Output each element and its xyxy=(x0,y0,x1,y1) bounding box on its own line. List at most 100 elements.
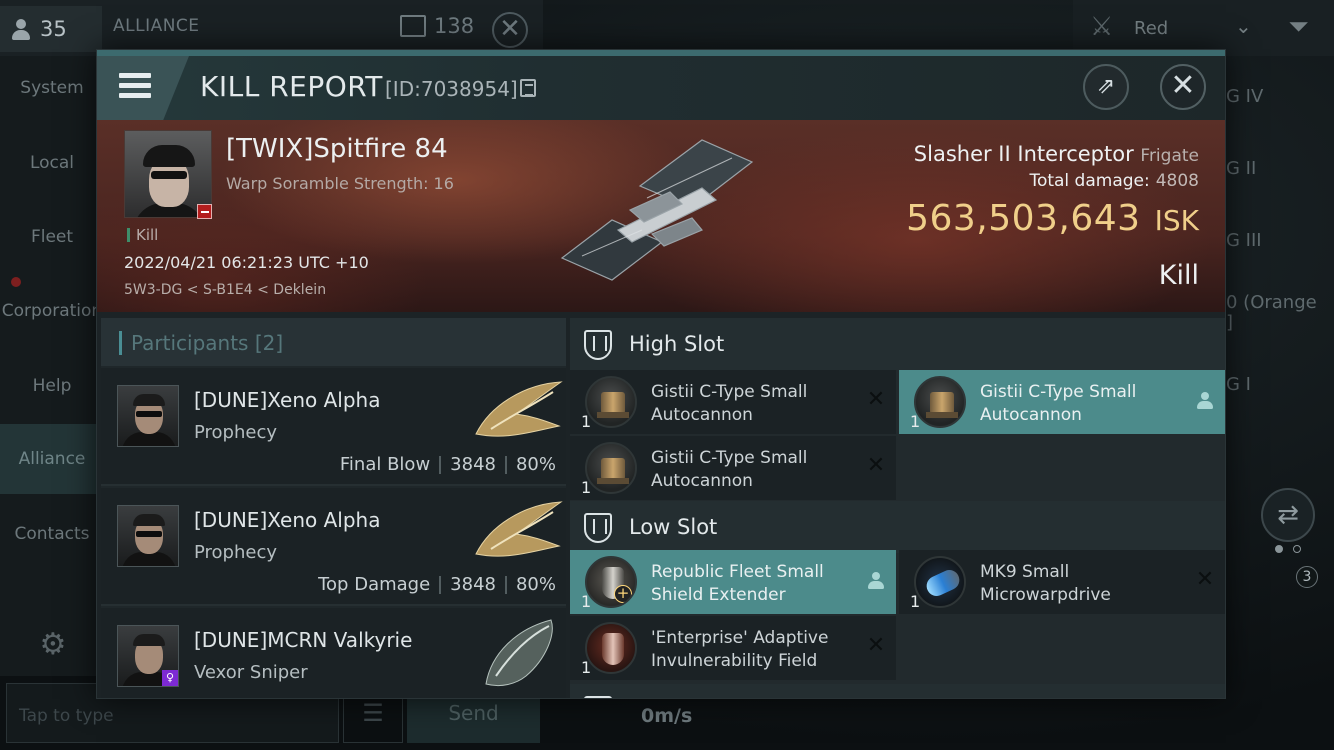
module-quantity: 1 xyxy=(581,478,592,497)
channel-member-count[interactable]: 138 xyxy=(400,14,474,38)
fitted-module[interactable]: 1 Gistii C-Type Small Autocannon xyxy=(899,370,1225,434)
participant-tag: Top Damage xyxy=(318,574,431,595)
isk-value: 563,503,643 ISK xyxy=(906,198,1199,239)
overview-item[interactable]: G II xyxy=(1226,158,1256,179)
kill-location[interactable]: 5W3-DG < S-B1E4 < Deklein xyxy=(124,282,326,298)
module-name: Gistii C-Type Small Autocannon xyxy=(980,382,1137,425)
victim-ship-name[interactable]: Slasher II Interceptor Frigate xyxy=(914,142,1199,166)
nav-item-corporation[interactable]: Corporation xyxy=(0,301,104,321)
participant-row[interactable]: [DUNE]Xeno Alpha Prophecy Final Blow 384… xyxy=(101,368,566,486)
nav-item-local[interactable]: Local xyxy=(0,153,104,173)
overview-item: ] xyxy=(1226,312,1234,333)
ship-name-text: Slasher II Interceptor xyxy=(913,142,1134,166)
overview-item[interactable]: G I xyxy=(1226,374,1251,395)
participant-name: [DUNE]Xeno Alpha xyxy=(194,508,381,532)
nav-item-alliance[interactable]: Alliance xyxy=(0,424,104,494)
share-button[interactable]: ⇗ xyxy=(1083,64,1129,110)
module-name: Gistii C-Type Small Autocannon xyxy=(651,382,808,425)
participant-damage: 3848 xyxy=(450,574,496,595)
destroyed-icon: ✕ xyxy=(866,387,886,412)
victim-ship-image[interactable] xyxy=(552,138,772,288)
kill-id: [ID:7038954] xyxy=(385,77,518,101)
module-name: Gistii C-Type Small Autocannon xyxy=(651,448,808,491)
pilot-icon xyxy=(10,18,32,40)
chat-close-button[interactable]: ✕ xyxy=(492,12,528,48)
dropped-person-icon xyxy=(868,572,884,590)
participants-panel: Participants [2] [DUNE]Xeno Alpha Prophe… xyxy=(101,318,566,698)
kill-banner: [TWIX]Spitfire 84 Warp Soramble Strength… xyxy=(97,120,1225,312)
participant-percent: 80% xyxy=(515,574,556,595)
module-name: MK9 Small Microwarpdrive xyxy=(980,562,1111,605)
participant-name: [DUNE]MCRN Valkyrie xyxy=(194,628,413,652)
participant-damage: 3848 xyxy=(450,454,496,475)
overview-item[interactable]: G III xyxy=(1226,230,1262,251)
total-damage-value: 4808 xyxy=(1155,171,1199,191)
autocannon-icon xyxy=(585,376,637,428)
participant-ship: Prophecy xyxy=(194,422,278,443)
destroyed-icon: ✕ xyxy=(1195,567,1215,592)
copy-icon[interactable] xyxy=(520,79,536,97)
fitted-module[interactable]: 1 Gistii C-Type Small Autocannon ✕ xyxy=(570,436,896,500)
low-slot-title: Low Slot xyxy=(629,515,718,539)
participant-row[interactable]: ♀ [DUNE]MCRN Valkyrie Vexor Sniper xyxy=(101,608,566,698)
total-damage-label: Total damage: xyxy=(1029,171,1150,191)
overview-item[interactable]: G IV xyxy=(1226,86,1263,107)
chevron-down-icon[interactable]: ⌄ xyxy=(1235,14,1252,38)
nav-item-fleet[interactable]: Fleet xyxy=(0,227,104,247)
nav-item-system[interactable]: System xyxy=(0,78,104,98)
notification-dot xyxy=(11,277,21,287)
participant-stats: Top Damage 3848 80% xyxy=(318,574,556,595)
module-quantity: 1 xyxy=(910,412,921,431)
settings-gear-icon[interactable]: ⚙ xyxy=(32,624,74,666)
crossed-swords-icon[interactable]: ⚔ xyxy=(1090,12,1113,42)
nav-item-contacts[interactable]: Contacts xyxy=(0,524,104,544)
funnel-icon[interactable]: ⏷ xyxy=(1288,12,1309,43)
participant-name: [DUNE]Xeno Alpha xyxy=(194,388,381,412)
nav-item-help[interactable]: Help xyxy=(0,376,104,396)
fitted-module[interactable]: + 1 Republic Fleet Small Shield Extender xyxy=(570,550,896,614)
isk-amount: 563,503,643 xyxy=(906,198,1141,239)
fitted-module[interactable]: 1 MK9 Small Microwarpdrive ✕ xyxy=(899,550,1225,614)
chat-channel-nav: System Local Fleet Corporation Help Alli… xyxy=(0,56,104,676)
warp-scramble-strength: Warp Soramble Strength: 16 xyxy=(226,174,454,193)
modal-title: KILL REPORT xyxy=(200,70,383,103)
pilot-count[interactable]: 35 xyxy=(0,6,102,52)
game-screen: 35 ALLIANCE 138 ✕ System Local Fleet Cor… xyxy=(0,0,1334,750)
participant-avatar[interactable] xyxy=(117,505,179,567)
high-slot-title: High Slot xyxy=(629,332,725,356)
participant-percent: 80% xyxy=(515,454,556,475)
drone-count-badge: 3 xyxy=(1296,566,1318,588)
kill-timestamp: 2022/04/21 06:21:23 UTC +10 xyxy=(124,253,369,272)
overview-filter-label[interactable]: Red xyxy=(1134,18,1168,39)
module-quantity: 1 xyxy=(581,412,592,431)
participants-count: [2] xyxy=(254,331,284,355)
participant-avatar[interactable] xyxy=(117,385,179,447)
swap-icon[interactable]: ⇄ xyxy=(1261,488,1315,542)
ship-class: Frigate xyxy=(1140,146,1199,166)
invulnerability-field-icon xyxy=(585,622,637,674)
participant-tag: Final Blow xyxy=(339,454,431,475)
overview-item[interactable]: 0 (Orange xyxy=(1226,292,1317,313)
module-name: Republic Fleet Small Shield Extender xyxy=(651,562,824,605)
participant-avatar[interactable]: ♀ xyxy=(117,625,179,687)
participant-ship: Prophecy xyxy=(194,542,278,563)
pilot-count-value: 35 xyxy=(40,17,67,41)
destroyed-icon: ✕ xyxy=(866,453,886,478)
victim-name[interactable]: [TWIX]Spitfire 84 xyxy=(226,134,448,164)
module-quantity: 1 xyxy=(581,658,592,677)
participant-row[interactable]: [DUNE]Xeno Alpha Prophecy Top Damage 384… xyxy=(101,488,566,606)
members-icon xyxy=(400,15,426,37)
participant-stats: Final Blow 3848 80% xyxy=(340,454,556,475)
hamburger-icon xyxy=(119,73,151,99)
high-slot-header: High Slot xyxy=(570,318,1225,370)
low-slot-icon xyxy=(584,513,612,543)
role-badge-icon: ♀ xyxy=(162,670,178,686)
close-button[interactable]: ✕ xyxy=(1160,64,1206,110)
dropped-person-icon xyxy=(1197,392,1213,410)
prophecy-ship-icon xyxy=(475,501,563,557)
page-dot-active xyxy=(1275,545,1283,553)
fitted-module[interactable]: 1 Gistii C-Type Small Autocannon ✕ xyxy=(570,370,896,434)
page-dot xyxy=(1293,545,1301,553)
fitted-module[interactable]: 1 'Enterprise' Adaptive Invulnerability F… xyxy=(570,616,896,680)
mid-slot-icon xyxy=(584,696,612,698)
